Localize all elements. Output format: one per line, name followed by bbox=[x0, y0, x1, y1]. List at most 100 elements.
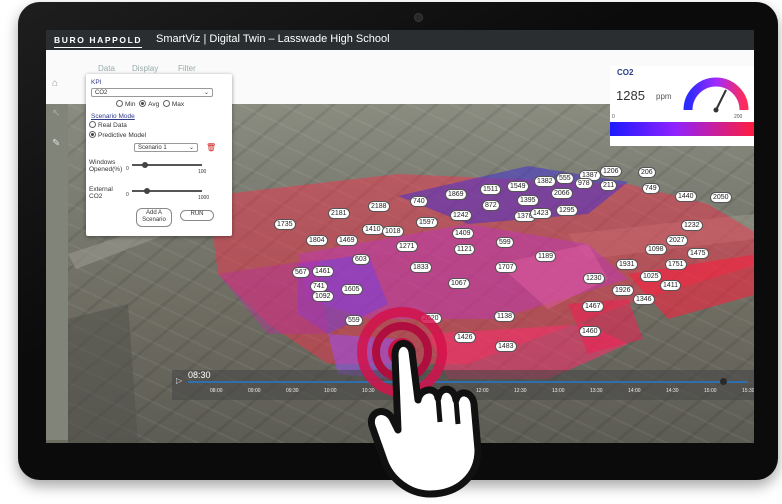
sensor-label[interactable]: 2066 bbox=[551, 188, 573, 199]
sensor-label[interactable]: 1189 bbox=[535, 251, 557, 262]
external-co2-slider-knob[interactable] bbox=[144, 188, 150, 194]
sensor-label[interactable]: 1121 bbox=[454, 244, 476, 255]
sensor-label[interactable]: 1018 bbox=[382, 226, 404, 237]
sensor-label[interactable]: 2050 bbox=[710, 192, 732, 203]
sensor-label[interactable]: 1232 bbox=[681, 220, 703, 231]
external-co2-label: External CO2 bbox=[89, 186, 113, 200]
sensor-label[interactable]: 1423 bbox=[530, 208, 552, 219]
sensor-label[interactable]: 1926 bbox=[612, 285, 634, 296]
radio-min[interactable]: Min bbox=[116, 100, 135, 108]
touch-hand-icon bbox=[357, 307, 482, 498]
timeline-tick: 15:30 bbox=[742, 388, 754, 394]
timeline-tick: 13:30 bbox=[590, 388, 603, 394]
sensor-label[interactable]: 1931 bbox=[616, 259, 638, 270]
sensor-label[interactable]: 1707 bbox=[495, 262, 517, 273]
play-icon[interactable]: ▷ bbox=[176, 376, 182, 385]
tab-display[interactable]: Display bbox=[132, 64, 158, 73]
title-bar: BURO HAPPOLD SmartViz | Digital Twin – L… bbox=[46, 30, 754, 50]
sensor-label[interactable]: 599 bbox=[496, 237, 514, 248]
co2-title: CO2 bbox=[617, 68, 634, 77]
sensor-label[interactable]: 1467 bbox=[582, 301, 604, 312]
sensor-label[interactable]: 1605 bbox=[341, 284, 363, 295]
cursor-icon[interactable]: ↖ bbox=[52, 108, 60, 119]
run-button[interactable]: RUN bbox=[180, 210, 214, 221]
sensor-label[interactable]: 1230 bbox=[583, 273, 605, 284]
sensor-label[interactable]: 2027 bbox=[666, 235, 688, 246]
sensor-label[interactable]: 1098 bbox=[645, 244, 667, 255]
chevron-down-icon: ⌄ bbox=[203, 90, 209, 96]
sensor-label[interactable]: 1869 bbox=[445, 189, 467, 200]
sensor-label[interactable]: 603 bbox=[352, 254, 370, 265]
windows-slider-knob[interactable] bbox=[142, 162, 148, 168]
brand-logo: BURO HAPPOLD bbox=[54, 35, 143, 48]
kpi-label: KPI bbox=[91, 79, 102, 86]
sensor-label[interactable]: 206 bbox=[638, 167, 656, 178]
pencil-icon[interactable]: ✎ bbox=[52, 138, 60, 149]
kpi-select[interactable]: CO2 ⌄ bbox=[91, 88, 213, 97]
sensor-label[interactable]: 978 bbox=[575, 178, 593, 189]
sensor-label[interactable]: 1549 bbox=[507, 181, 529, 192]
home-icon[interactable]: ⌂ bbox=[52, 78, 58, 89]
sensor-label[interactable]: 1735 bbox=[274, 219, 296, 230]
gauge-icon bbox=[683, 77, 749, 113]
timeline-tick: 09:00 bbox=[248, 388, 261, 394]
sensor-label[interactable]: 1460 bbox=[579, 326, 601, 337]
sensor-label[interactable]: 872 bbox=[482, 200, 500, 211]
sensor-label[interactable]: 1751 bbox=[665, 259, 687, 270]
sensor-label[interactable]: 211 bbox=[600, 180, 618, 191]
sensor-label[interactable]: 1440 bbox=[675, 191, 697, 202]
timeline-tick: 13:00 bbox=[552, 388, 565, 394]
timeline-tick: 09:30 bbox=[286, 388, 299, 394]
sensor-label[interactable]: 1511 bbox=[480, 184, 502, 195]
sensor-label[interactable]: 555 bbox=[556, 173, 574, 184]
sensor-label[interactable]: 1346 bbox=[633, 294, 655, 305]
windows-label: Windows Opened(%) bbox=[89, 159, 123, 173]
sensor-label[interactable]: 1242 bbox=[450, 210, 472, 221]
scale-max: 200 bbox=[734, 114, 743, 120]
kpi-value: CO2 bbox=[95, 90, 108, 96]
sensor-label[interactable]: 1461 bbox=[312, 266, 334, 277]
sensor-label[interactable]: 1411 bbox=[660, 280, 682, 291]
sensor-label[interactable]: 1410 bbox=[362, 224, 384, 235]
tab-data[interactable]: Data bbox=[98, 64, 115, 73]
sensor-label[interactable]: 1067 bbox=[448, 278, 470, 289]
sensor-label[interactable]: 740 bbox=[410, 196, 428, 207]
co2-unit: ppm bbox=[656, 92, 672, 101]
sensor-label[interactable]: 1469 bbox=[336, 235, 358, 246]
sensor-label[interactable]: 749 bbox=[642, 183, 660, 194]
add-scenario-button[interactable]: Add A Scenario bbox=[136, 208, 172, 227]
timeline-tick: 14:30 bbox=[666, 388, 679, 394]
sidebar: ⌂ ↖ ✎ bbox=[46, 50, 68, 440]
windows-slider[interactable] bbox=[132, 162, 202, 168]
sensor-label[interactable]: 1409 bbox=[452, 228, 474, 239]
timeline-handle[interactable] bbox=[720, 378, 727, 385]
sensor-label[interactable]: 1395 bbox=[517, 195, 539, 206]
sensor-label[interactable]: 1597 bbox=[416, 217, 438, 228]
control-panel: KPI CO2 ⌄ Min Avg Max Scenario Mode Real… bbox=[86, 74, 232, 236]
scenario-select[interactable]: Scenario 1 ⌄ bbox=[134, 143, 198, 152]
external-co2-slider[interactable] bbox=[132, 188, 202, 194]
sensor-label[interactable]: 1833 bbox=[410, 262, 432, 273]
sensor-label[interactable]: 1271 bbox=[396, 241, 418, 252]
scale-min: 0 bbox=[612, 114, 615, 120]
timeline-tick: 14:00 bbox=[628, 388, 641, 394]
sensor-label[interactable]: 1025 bbox=[640, 271, 662, 282]
sensor-label[interactable]: 1092 bbox=[312, 291, 334, 302]
radio-avg[interactable]: Avg bbox=[139, 100, 159, 108]
chevron-down-icon: ⌄ bbox=[188, 145, 194, 151]
tab-filter[interactable]: Filter bbox=[178, 64, 196, 73]
camera bbox=[414, 13, 423, 22]
sensor-label[interactable]: 2181 bbox=[328, 208, 350, 219]
delete-icon[interactable]: 🗑 bbox=[206, 143, 216, 152]
sensor-label[interactable]: 1295 bbox=[556, 205, 578, 216]
radio-max[interactable]: Max bbox=[162, 100, 184, 108]
sensor-label[interactable]: 1382 bbox=[534, 176, 556, 187]
sensor-label[interactable]: 567 bbox=[292, 267, 310, 278]
sensor-label[interactable]: 1804 bbox=[306, 235, 328, 246]
timeline-tick: 15:00 bbox=[704, 388, 717, 394]
sensor-label[interactable]: 1206 bbox=[600, 166, 622, 177]
radio-predictive-model[interactable]: Predictive Model bbox=[89, 131, 146, 139]
sensor-label[interactable]: 2188 bbox=[368, 201, 390, 212]
radio-real-data[interactable]: Real Data bbox=[89, 121, 127, 129]
sensor-label[interactable]: 1475 bbox=[687, 248, 709, 259]
